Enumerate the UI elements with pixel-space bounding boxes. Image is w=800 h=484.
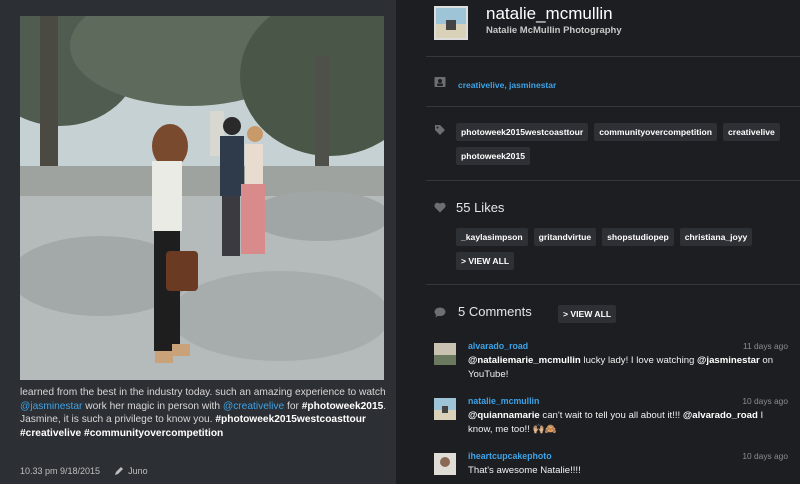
profile-username[interactable]: natalie_mcmullin [486, 4, 613, 24]
comment-text: @quiannamarie can't wait to tell you all… [468, 409, 788, 436]
comment-body: can't wait to tell you all about it!!! [539, 410, 683, 421]
comment-icon [434, 307, 446, 318]
divider [426, 56, 800, 57]
caption-text: for [284, 400, 302, 412]
comment-time: 10 days ago [742, 451, 788, 461]
caption-hashtag[interactable]: #creativelive [20, 428, 81, 439]
commenter-avatar-image [434, 343, 456, 365]
avatar-image [436, 8, 466, 38]
profile-fullname: Natalie McMullin Photography [486, 25, 622, 36]
hashtag-chip[interactable]: creativelive [722, 123, 780, 141]
commenter-avatar-image [434, 398, 456, 420]
post-meta: 10.33 pm 9/18/2015 Juno [20, 466, 148, 476]
commenter-avatar-image [434, 453, 456, 475]
comment-text: That's awesome Natalie!!!! [468, 465, 581, 476]
commenter-username[interactable]: iheartcupcakephoto [468, 451, 552, 461]
comment-body: lucky lady! I love watching [580, 355, 698, 366]
post-filter: Juno [114, 466, 148, 476]
hashtag-chip[interactable]: photoweek2015 [456, 147, 530, 165]
comment-time: 11 days ago [742, 341, 788, 351]
commenter-avatar[interactable] [434, 398, 456, 420]
info-panel: natalie_mcmullin Natalie McMullin Photog… [396, 0, 800, 484]
hashtag-chip[interactable]: communityovercompetition [594, 123, 717, 141]
comment-mention[interactable]: @alvarado_road [683, 410, 758, 421]
liker-chip[interactable]: _kaylasimpson [456, 228, 528, 246]
caption-hashtag[interactable]: #photoweek2015westcoasttour [215, 414, 366, 425]
commenter-avatar[interactable] [434, 453, 456, 475]
caption-text: work her magic in person with [82, 400, 223, 412]
view-all-likes-button[interactable]: > VIEW ALL [456, 252, 515, 270]
likes-count: 55 Likes [456, 200, 505, 215]
liker-chip[interactable]: christiana_joyy [679, 228, 753, 246]
comment-text: @nataliemarie_mcmullin lucky lady! I lov… [468, 354, 788, 381]
view-all-comments-button[interactable]: > VIEW ALL [558, 305, 617, 323]
caption-hashtag[interactable]: #photoweek2015 [302, 401, 384, 412]
likers-list: _kaylasimpson gritandvirtue shopstudiope… [456, 228, 786, 270]
divider [426, 106, 800, 107]
post-photo[interactable] [20, 16, 384, 380]
person-tag-icon [434, 77, 446, 87]
comment-time: 10 days ago [742, 396, 788, 406]
liker-chip[interactable]: shopstudiopep [602, 228, 674, 246]
divider [426, 180, 800, 181]
post-timestamp: 10.33 pm 9/18/2015 [20, 466, 101, 476]
comment-mention[interactable]: @nataliemarie_mcmullin [468, 355, 581, 366]
comment-mention[interactable]: @jasminestar [697, 355, 760, 366]
commenter-username[interactable]: natalie_mcmullin [468, 396, 539, 406]
commenter-username[interactable]: alvarado_road [468, 341, 528, 351]
filter-name: Juno [128, 466, 148, 476]
heart-icon [434, 202, 446, 213]
tagged-people[interactable]: creativelive, jasminestar [458, 80, 556, 90]
photo-illustration [20, 16, 384, 380]
post-panel: learned from the best in the industry to… [0, 0, 396, 484]
tag-icon [435, 125, 445, 135]
post-caption: learned from the best in the industry to… [20, 386, 390, 440]
hashtag-list: photoweek2015westcoasttour communityover… [456, 123, 786, 165]
caption-text: learned from the best in the industry to… [20, 387, 386, 398]
avatar[interactable] [434, 6, 468, 40]
caption-mention[interactable]: @jasminestar [20, 401, 82, 412]
caption-mention[interactable]: @creativelive [223, 401, 284, 412]
caption-hashtag[interactable]: #communityovercompetition [84, 428, 223, 439]
commenter-avatar[interactable] [434, 343, 456, 365]
divider [426, 284, 800, 285]
comment-mention[interactable]: @quiannamarie [468, 410, 540, 421]
comments-count: 5 Comments [458, 304, 532, 319]
hashtag-chip[interactable]: photoweek2015westcoasttour [456, 123, 589, 141]
pencil-icon [115, 467, 124, 475]
liker-chip[interactable]: gritandvirtue [533, 228, 597, 246]
